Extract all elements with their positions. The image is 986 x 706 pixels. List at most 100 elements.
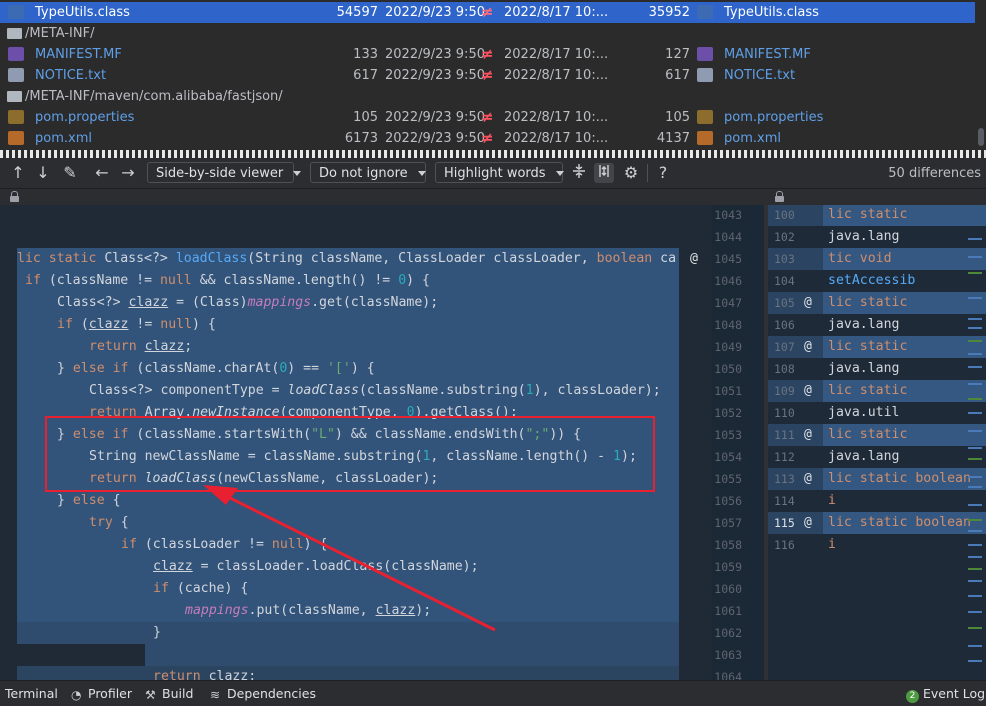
diff-marker[interactable] xyxy=(968,366,982,368)
diff-marker[interactable] xyxy=(968,458,982,460)
diff-marker[interactable] xyxy=(968,556,982,558)
line-number-gutter: 1043 1044 1045 1046 1047 1048 1049 1050 1051 1052… xyxy=(712,205,764,680)
viewer-mode-label: Side-by-side viewer xyxy=(156,166,284,181)
event-log-tab[interactable]: 2 Event Log xyxy=(906,686,985,703)
diff-marker[interactable] xyxy=(968,660,982,662)
diff-marker[interactable] xyxy=(968,238,982,240)
line-number: 1060 xyxy=(714,582,742,596)
lock-icon xyxy=(10,191,19,202)
diff-marker[interactable] xyxy=(968,504,982,506)
diff-marker[interactable] xyxy=(968,447,982,449)
file-row-typeutils[interactable]: TypeUtils.class 54597 2022/9/23 9:50 ≠ 2… xyxy=(0,2,975,23)
directory-row-fastjson[interactable]: /META-INF/maven/com.alibaba/fastjson/ xyxy=(0,86,975,107)
settings-gear-icon[interactable]: ⚙ xyxy=(621,163,641,183)
panel-splitter[interactable] xyxy=(0,150,986,158)
file-name-right: pom.properties xyxy=(724,110,824,125)
left-code-content: lic static Class<?> loadClass(String cla… xyxy=(0,205,712,680)
directory-row-meta-inf[interactable]: /META-INF/ xyxy=(0,23,975,44)
code-line: return Array.newInstance(componentType, … xyxy=(89,405,518,420)
line-number: 1054 xyxy=(714,450,742,464)
diff-marker[interactable] xyxy=(968,519,982,521)
diff-marker[interactable] xyxy=(968,530,982,532)
diff-marker[interactable] xyxy=(968,398,982,400)
back-arrow-icon[interactable]: ← xyxy=(92,163,112,183)
code-line: clazz = classLoader.loadClass(className)… xyxy=(153,559,479,574)
code-line: } else if (className.startsWith("L") && … xyxy=(57,427,582,442)
right-code-editor[interactable]: 100 lic static java.lang 102 103 tic void se… xyxy=(768,205,986,680)
diff-marker[interactable] xyxy=(968,327,982,329)
diff-marker[interactable] xyxy=(968,340,982,342)
forward-arrow-icon[interactable]: → xyxy=(118,163,138,183)
diff-marker[interactable] xyxy=(968,611,982,613)
file-row-pom-properties[interactable]: pom.properties 105 2022/9/23 9:50 ≠ 2022… xyxy=(0,107,975,128)
file-size-right: 127 xyxy=(665,47,690,62)
diff-marker[interactable] xyxy=(968,318,982,320)
build-tab[interactable]: ⚒ Build xyxy=(145,686,193,701)
diff-marker[interactable] xyxy=(968,568,982,570)
folder-icon xyxy=(7,91,22,102)
diff-marker[interactable] xyxy=(968,544,982,546)
file-name-left: TypeUtils.class xyxy=(35,5,130,20)
dependencies-tab[interactable]: ≋ Dependencies xyxy=(210,686,316,701)
line-number: 106 xyxy=(774,318,795,332)
line-number: 1045 xyxy=(714,252,742,266)
override-marker-icon[interactable]: @ xyxy=(804,292,812,314)
collapse-unchanged-icon[interactable] xyxy=(569,163,589,183)
diff-marker[interactable] xyxy=(968,486,982,488)
viewer-mode-dropdown[interactable]: Side-by-side viewer xyxy=(147,162,302,183)
profiler-tab[interactable]: ◔ Profiler xyxy=(71,686,132,701)
layers-icon: ≋ xyxy=(210,688,221,702)
file-row-pom-xml[interactable]: pom.xml 6173 2022/9/23 9:50 ≠ 2022/8/17 … xyxy=(0,128,975,149)
file-list-scroll-thumb[interactable] xyxy=(978,128,984,146)
line-number: 1043 xyxy=(714,208,742,222)
override-marker-icon[interactable]: @ xyxy=(804,512,812,534)
edit-source-icon[interactable]: ✎ xyxy=(60,163,80,183)
line-number: 100 xyxy=(774,208,795,222)
diff-marker[interactable] xyxy=(968,645,982,647)
file-row-notice[interactable]: NOTICE.txt 617 2022/9/23 9:50 ≠ 2022/8/1… xyxy=(0,65,975,86)
line-number: 1044 xyxy=(714,230,742,244)
not-equal-icon: ≠ xyxy=(481,45,494,63)
event-count-badge: 2 xyxy=(906,690,919,703)
override-marker-icon[interactable]: @ xyxy=(804,380,812,402)
terminal-tab[interactable]: Terminal xyxy=(5,686,58,701)
line-number: 1061 xyxy=(714,604,742,618)
diff-marker[interactable] xyxy=(968,297,982,299)
whitespace-ignore-dropdown[interactable]: Do not ignore xyxy=(310,162,426,183)
file-name-left: pom.properties xyxy=(35,110,135,125)
changed-block-highlight xyxy=(145,644,679,666)
code-line: return clazz; xyxy=(89,339,193,354)
chevron-down-icon xyxy=(417,171,426,176)
code-line: lic static java.lang xyxy=(828,339,908,376)
highlight-mode-dropdown[interactable]: Highlight words xyxy=(435,162,564,183)
diff-marker[interactable] xyxy=(968,412,982,414)
file-name-left: NOTICE.txt xyxy=(35,68,107,83)
diff-toolbar: ↑ ↓ ✎ ← → Side-by-side viewer Do not ign… xyxy=(0,158,986,189)
xml-file-icon xyxy=(697,131,713,145)
diff-marker[interactable] xyxy=(968,353,982,355)
next-difference-icon[interactable]: ↓ xyxy=(33,163,53,183)
folder-icon xyxy=(7,28,22,39)
diff-marker[interactable] xyxy=(968,580,982,582)
previous-difference-icon[interactable]: ↑ xyxy=(8,163,28,183)
diff-marker[interactable] xyxy=(968,430,982,432)
diff-marker[interactable] xyxy=(968,256,982,258)
synchronize-scrolling-icon[interactable] xyxy=(594,163,614,183)
line-number: 1057 xyxy=(714,516,742,530)
override-marker-icon[interactable]: @ xyxy=(804,336,812,358)
line-number: 1050 xyxy=(714,362,742,376)
diff-marker[interactable] xyxy=(968,627,982,629)
diff-marker[interactable] xyxy=(968,272,982,274)
left-code-editor[interactable]: lic static Class<?> loadClass(String cla… xyxy=(0,205,712,680)
diff-marker[interactable] xyxy=(968,595,982,597)
help-icon[interactable]: ? xyxy=(653,163,673,183)
override-marker-icon[interactable]: @ xyxy=(804,468,812,490)
file-size-right: 35952 xyxy=(648,5,690,20)
file-row-manifest[interactable]: MANIFEST.MF 133 2022/9/23 9:50 ≠ 2022/8/… xyxy=(0,44,975,65)
manifest-file-icon xyxy=(697,47,713,61)
override-marker-icon[interactable]: @ xyxy=(690,248,698,270)
diff-marker[interactable] xyxy=(968,383,982,385)
override-marker-icon[interactable]: @ xyxy=(804,424,812,446)
file-name-left: pom.xml xyxy=(35,131,92,146)
diff-marker[interactable] xyxy=(968,476,982,478)
